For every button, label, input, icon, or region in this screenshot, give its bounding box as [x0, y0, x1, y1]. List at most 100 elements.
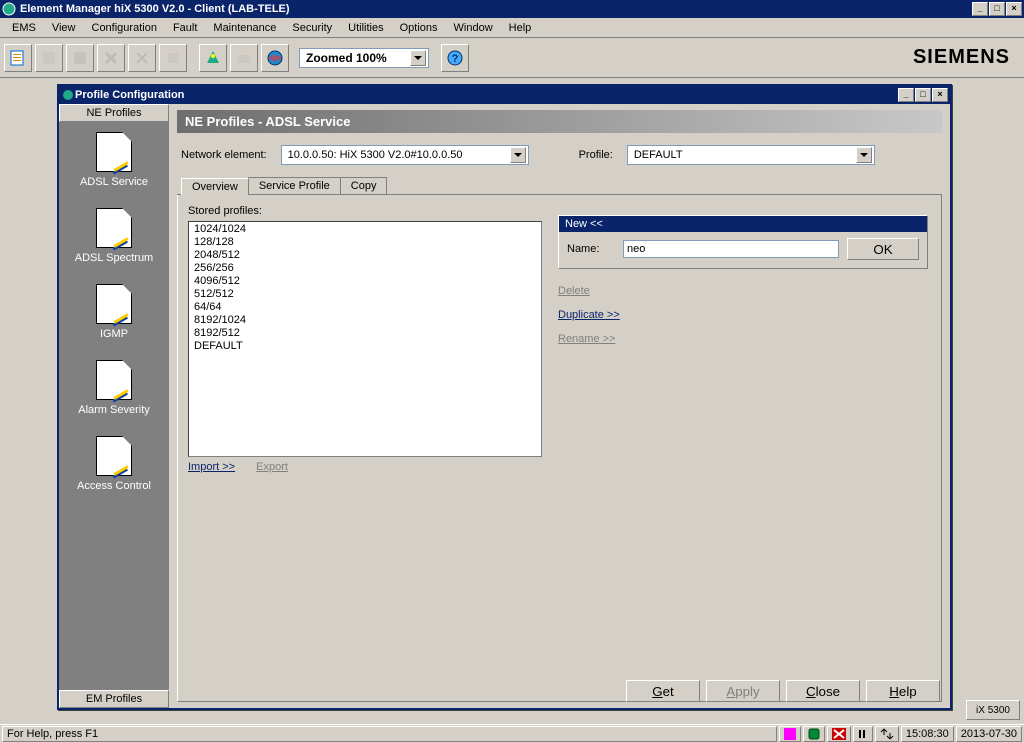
- list-item[interactable]: 8192/512: [190, 327, 540, 340]
- menu-maintenance[interactable]: Maintenance: [205, 20, 284, 36]
- menu-view[interactable]: View: [44, 20, 84, 36]
- tool-help-icon[interactable]: ?: [441, 44, 469, 72]
- status-help-text: For Help, press F1: [2, 726, 777, 742]
- minimize-button[interactable]: _: [972, 2, 988, 16]
- sidebar-item-adsl-service[interactable]: ADSL Service: [80, 132, 148, 188]
- name-input[interactable]: [623, 240, 839, 258]
- export-link[interactable]: Export: [256, 461, 288, 473]
- app-title-bar: Element Manager hiX 5300 V2.0 - Client (…: [0, 0, 1024, 18]
- menu-options[interactable]: Options: [392, 20, 446, 36]
- profile-label: Profile:: [579, 149, 613, 161]
- dropdown-arrow-icon[interactable]: [856, 147, 872, 163]
- duplicate-link[interactable]: Duplicate >>: [558, 309, 928, 321]
- inner-close-button[interactable]: ×: [932, 88, 948, 102]
- new-profile-header[interactable]: New <<: [559, 216, 927, 232]
- status-indicator-green: [803, 726, 825, 742]
- list-item[interactable]: DEFAULT: [190, 340, 540, 353]
- list-item[interactable]: 2048/512: [190, 249, 540, 262]
- status-time: 15:08:30: [901, 726, 954, 742]
- tool-5-icon[interactable]: [128, 44, 156, 72]
- network-element-select[interactable]: 10.0.0.50: HiX 5300 V2.0#10.0.0.50: [281, 145, 529, 165]
- sidebar-item-alarm-severity[interactable]: Alarm Severity: [78, 360, 150, 416]
- list-item[interactable]: 64/64: [190, 301, 540, 314]
- document-icon: [96, 132, 132, 172]
- menu-configuration[interactable]: Configuration: [84, 20, 165, 36]
- tool-2-icon[interactable]: [35, 44, 63, 72]
- maximize-button[interactable]: □: [989, 2, 1005, 16]
- tab-bar: Overview Service Profile Copy: [177, 177, 942, 195]
- menu-ems[interactable]: EMS: [4, 20, 44, 36]
- document-icon: [96, 360, 132, 400]
- dropdown-arrow-icon[interactable]: [410, 50, 426, 66]
- sidebar-header[interactable]: NE Profiles: [59, 104, 169, 122]
- sidebar-item-label: IGMP: [96, 328, 132, 340]
- import-link[interactable]: Import >>: [188, 461, 235, 473]
- tool-color2-icon[interactable]: [230, 44, 258, 72]
- document-icon: [96, 436, 132, 476]
- apply-button[interactable]: Apply: [706, 680, 780, 702]
- workspace: Profile Configuration _ □ × NE Profiles …: [0, 78, 1024, 724]
- list-item[interactable]: 8192/1024: [190, 314, 540, 327]
- dock-item[interactable]: iX 5300: [966, 700, 1020, 720]
- help-button[interactable]: Help: [866, 680, 940, 702]
- list-item[interactable]: 4096/512: [190, 275, 540, 288]
- tool-4-icon[interactable]: [97, 44, 125, 72]
- tab-copy[interactable]: Copy: [340, 177, 388, 194]
- network-element-value: 10.0.0.50: HiX 5300 V2.0#10.0.0.50: [284, 149, 510, 161]
- bottom-button-bar: Get Apply Close Help: [626, 680, 940, 702]
- close-button[interactable]: ×: [1006, 2, 1022, 16]
- inner-maximize-button[interactable]: □: [915, 88, 931, 102]
- inner-window-title: Profile Configuration: [75, 89, 897, 101]
- menu-utilities[interactable]: Utilities: [340, 20, 391, 36]
- tool-3-icon[interactable]: [66, 44, 94, 72]
- sidebar-item-igmp[interactable]: IGMP: [96, 284, 132, 340]
- inner-window-icon: [61, 88, 75, 102]
- profile-value: DEFAULT: [630, 149, 856, 161]
- name-label: Name:: [567, 243, 615, 255]
- document-icon: [96, 208, 132, 248]
- profile-select[interactable]: DEFAULT: [627, 145, 875, 165]
- ok-button[interactable]: OK: [847, 238, 919, 260]
- tab-service-profile[interactable]: Service Profile: [248, 177, 341, 194]
- list-item[interactable]: 1024/1024: [190, 223, 540, 236]
- tab-body: Stored profiles: 1024/1024128/1282048/51…: [177, 195, 942, 702]
- close-button[interactable]: Close: [786, 680, 860, 702]
- sidebar-item-label: ADSL Service: [80, 176, 148, 188]
- svg-text:?: ?: [452, 53, 459, 65]
- list-item[interactable]: 128/128: [190, 236, 540, 249]
- menu-bar: EMS View Configuration Fault Maintenance…: [0, 18, 1024, 38]
- tab-overview[interactable]: Overview: [181, 178, 249, 195]
- get-button[interactable]: Get: [626, 680, 700, 702]
- sidebar-item-access-control[interactable]: Access Control: [77, 436, 151, 492]
- status-date: 2013-07-30: [956, 726, 1022, 742]
- app-title: Element Manager hiX 5300 V2.0 - Client (…: [20, 3, 971, 15]
- tool-6-icon[interactable]: [159, 44, 187, 72]
- sidebar-item-adsl-spectrum[interactable]: ADSL Spectrum: [75, 208, 153, 264]
- inner-minimize-button[interactable]: _: [898, 88, 914, 102]
- app-icon: [2, 2, 16, 16]
- status-indicator-arrows: [875, 726, 899, 742]
- tool-color1-icon[interactable]: [199, 44, 227, 72]
- menu-window[interactable]: Window: [446, 20, 501, 36]
- delete-link[interactable]: Delete: [558, 285, 928, 297]
- stored-profiles-label: Stored profiles:: [188, 205, 542, 217]
- rename-link[interactable]: Rename >>: [558, 333, 928, 345]
- tool-globe-icon[interactable]: [261, 44, 289, 72]
- profile-config-window: Profile Configuration _ □ × NE Profiles …: [57, 84, 952, 710]
- sidebar-footer[interactable]: EM Profiles: [59, 690, 169, 708]
- status-indicator-magenta: [779, 726, 801, 742]
- status-indicator-bars: [853, 726, 873, 742]
- status-indicator-red-x: [827, 726, 851, 742]
- menu-security[interactable]: Security: [284, 20, 340, 36]
- stored-profiles-listbox[interactable]: 1024/1024128/1282048/512256/2564096/5125…: [188, 221, 542, 457]
- dropdown-arrow-icon[interactable]: [510, 147, 526, 163]
- tool-new-icon[interactable]: [4, 44, 32, 72]
- list-item[interactable]: 256/256: [190, 262, 540, 275]
- menu-fault[interactable]: Fault: [165, 20, 205, 36]
- inner-title-bar: Profile Configuration _ □ ×: [59, 86, 950, 104]
- list-item[interactable]: 512/512: [190, 288, 540, 301]
- zoom-select[interactable]: Zoomed 100%: [299, 48, 429, 68]
- network-element-label: Network element:: [181, 149, 267, 161]
- menu-help[interactable]: Help: [501, 20, 540, 36]
- content-area: NE Profiles - ADSL Service Network eleme…: [169, 104, 950, 708]
